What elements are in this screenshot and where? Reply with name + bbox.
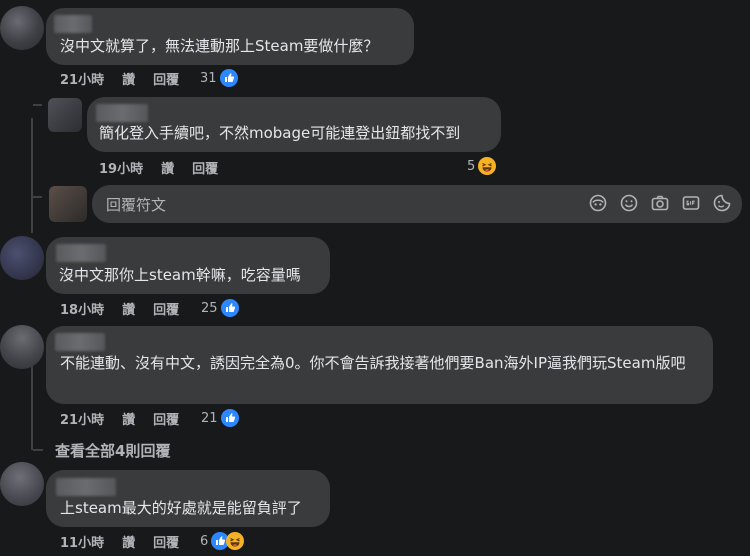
gif-icon[interactable] bbox=[681, 193, 701, 213]
reply-toolbar bbox=[577, 193, 732, 213]
author-name-blurred[interactable] bbox=[96, 104, 148, 122]
reaction-summary[interactable]: 5 bbox=[467, 156, 497, 176]
author-name-blurred[interactable] bbox=[56, 244, 106, 262]
view-all-replies-link[interactable]: 查看全部4則回覆 bbox=[55, 440, 170, 461]
avatar-sticker-icon[interactable] bbox=[588, 193, 608, 213]
timestamp[interactable]: 18小時 bbox=[60, 299, 104, 318]
reply-button[interactable]: 回覆 bbox=[153, 299, 179, 318]
reaction-count: 31 bbox=[200, 70, 217, 86]
reply-button[interactable]: 回覆 bbox=[153, 532, 179, 551]
comment-bubble: 沒中文就算了，無法連動那上Steam要做什麼？ bbox=[46, 8, 414, 65]
reaction-summary[interactable]: 21 bbox=[201, 408, 239, 428]
thread-line bbox=[31, 118, 33, 233]
like-button[interactable]: 讚 bbox=[122, 299, 135, 318]
like-icon bbox=[220, 409, 239, 427]
comment-actions: 21小時 讚 回覆 bbox=[60, 408, 197, 428]
reply-bubble: 簡化登入手續吧，不然mobage可能連登出鈕都找不到 bbox=[87, 97, 501, 152]
like-icon bbox=[220, 299, 239, 317]
reply-button[interactable]: 回覆 bbox=[153, 409, 179, 428]
reaction-count: 25 bbox=[201, 300, 218, 316]
camera-icon[interactable] bbox=[650, 193, 670, 213]
comment-bubble: 不能連動、沒有中文，誘因完全為0。你不會告訴我接著他們要Ban海外IP逼我們玩S… bbox=[46, 326, 713, 404]
reaction-count: 6 bbox=[200, 533, 209, 549]
reply-text: 簡化登入手續吧，不然mobage可能連登出鈕都找不到 bbox=[99, 124, 461, 142]
reply-input[interactable]: 回覆符文 bbox=[92, 185, 742, 223]
timestamp[interactable]: 11小時 bbox=[60, 532, 104, 551]
avatar[interactable] bbox=[48, 98, 82, 132]
current-user-avatar bbox=[49, 186, 87, 222]
author-name-blurred[interactable] bbox=[54, 15, 92, 33]
comment-text: 上steam最大的好處就是能留負評了 bbox=[60, 499, 302, 517]
like-button[interactable]: 讚 bbox=[122, 532, 135, 551]
comment-actions: 11小時 讚 回覆 bbox=[60, 531, 197, 551]
reaction-count: 5 bbox=[467, 158, 476, 174]
timestamp[interactable]: 21小時 bbox=[60, 409, 104, 428]
avatar[interactable] bbox=[0, 6, 44, 50]
avatar[interactable] bbox=[0, 325, 44, 369]
reply-placeholder: 回覆符文 bbox=[106, 196, 167, 214]
like-button[interactable]: 讚 bbox=[122, 409, 135, 428]
avatar[interactable] bbox=[0, 462, 44, 506]
thread-connector bbox=[33, 449, 43, 451]
reply-actions: 19小時 讚 回覆 bbox=[99, 157, 236, 177]
thread-line bbox=[31, 358, 33, 450]
comment-actions: 21小時 讚 回覆 bbox=[60, 68, 197, 88]
reaction-count: 21 bbox=[201, 410, 218, 426]
reaction-summary[interactable]: 25 bbox=[201, 298, 239, 318]
timestamp[interactable]: 19小時 bbox=[99, 158, 143, 177]
haha-icon bbox=[478, 157, 497, 175]
avatar[interactable] bbox=[0, 236, 44, 280]
author-name-blurred[interactable] bbox=[55, 333, 105, 351]
comment-bubble: 上steam最大的好處就是能留負評了 bbox=[46, 470, 330, 527]
thread-connector bbox=[33, 196, 42, 198]
like-button[interactable]: 讚 bbox=[161, 158, 174, 177]
comment-text: 不能連動、沒有中文，誘因完全為0。你不會告訴我接著他們要Ban海外IP逼我們玩S… bbox=[60, 354, 686, 372]
reply-button[interactable]: 回覆 bbox=[153, 69, 179, 88]
emoji-icon[interactable] bbox=[619, 193, 639, 213]
reaction-summary[interactable]: 31 bbox=[200, 68, 238, 88]
haha-icon bbox=[226, 532, 245, 550]
like-button[interactable]: 讚 bbox=[122, 69, 135, 88]
comment-bubble: 沒中文那你上steam幹嘛，吃容量嗎 bbox=[46, 237, 330, 294]
sticker-icon[interactable] bbox=[712, 193, 732, 213]
reply-button[interactable]: 回覆 bbox=[192, 158, 218, 177]
comment-text: 沒中文那你上steam幹嘛，吃容量嗎 bbox=[59, 266, 301, 284]
timestamp[interactable]: 21小時 bbox=[60, 69, 104, 88]
like-icon bbox=[219, 69, 238, 87]
comment-actions: 18小時 讚 回覆 bbox=[60, 298, 197, 318]
reaction-summary[interactable]: 6 bbox=[200, 531, 245, 551]
comment-text: 沒中文就算了，無法連動那上Steam要做什麼？ bbox=[60, 37, 379, 55]
thread-connector bbox=[33, 104, 42, 106]
author-name-blurred[interactable] bbox=[56, 478, 116, 496]
